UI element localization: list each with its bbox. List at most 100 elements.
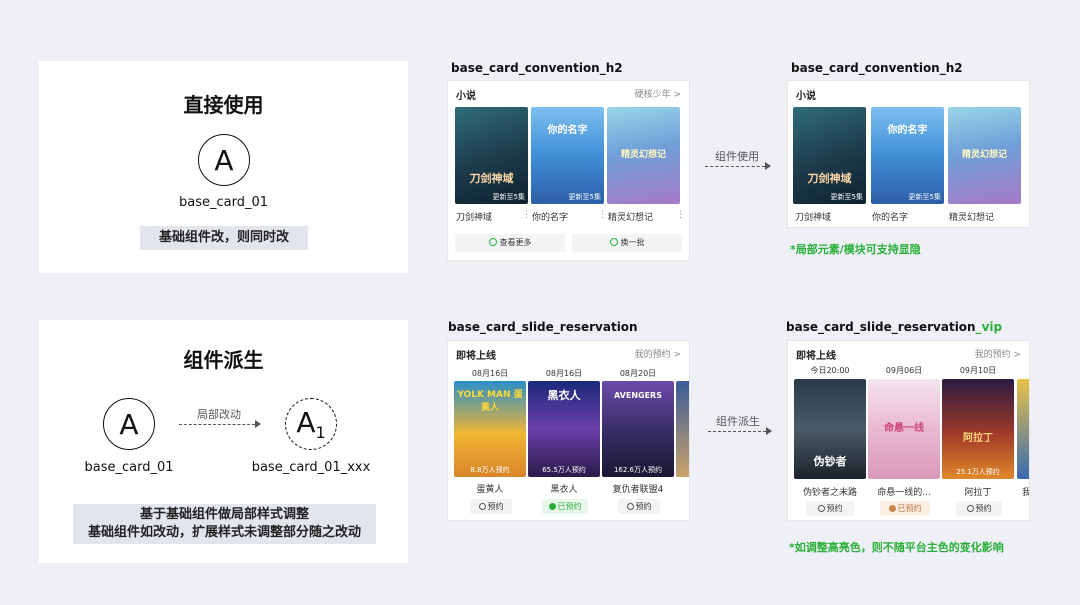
poster-title: 阿拉丁 [964, 488, 992, 498]
poster-caption: 更新至5集 [492, 193, 525, 201]
arrow-head-icon [765, 162, 771, 170]
card-heading: 即将上线 [456, 351, 496, 362]
card-heading: 小说 [456, 91, 476, 102]
poster-caption: 更新至5集 [830, 193, 863, 201]
play-icon [488, 238, 497, 246]
poster-art-title: 你的名字 [547, 125, 588, 136]
refresh-icon [609, 238, 618, 246]
poster-art-title: 伪钞者 [813, 455, 847, 468]
component-a-letter: A [119, 407, 139, 441]
release-date: 今日20:00 [810, 366, 850, 375]
poster-title: 精灵幻想记 [949, 213, 995, 223]
poster-avengers[interactable]: AVENGERS 162.6万人预约 [602, 381, 674, 477]
component-a1-circle: A1 [285, 398, 337, 450]
poster-art-title: 命悬一线 [884, 423, 924, 434]
arrow-head-icon [255, 420, 261, 428]
check-icon [548, 503, 556, 510]
reserved-button-vip[interactable]: 已预约 [880, 501, 930, 516]
component-name: base_card_convention_h2 [791, 61, 963, 75]
poster-caption: 更新至5集 [908, 193, 941, 201]
check-icon [888, 505, 896, 512]
release-date: 08月16日 [471, 369, 509, 378]
poster-yolk-man[interactable]: YOLK MAN 蛋黄人 8.8万人预约 [454, 381, 526, 477]
derive-title: 组件派生 [183, 348, 264, 372]
more-dots-icon[interactable]: ⋮ [598, 210, 607, 220]
reserve-button[interactable]: 预约 [806, 501, 854, 516]
component-derive-arrow-line [708, 431, 766, 432]
reserve-button[interactable]: 预约 [618, 499, 660, 514]
direct-use-tag: 基础组件改，则同时改 [140, 226, 308, 250]
poster-partial[interactable] [1017, 379, 1029, 479]
refresh-button[interactable]: 换一批 [572, 234, 682, 252]
poster-partial[interactable] [676, 381, 689, 477]
card-heading: 小说 [796, 91, 816, 102]
poster-title-partial: 我 [1022, 485, 1029, 498]
release-date: 08月20日 [619, 369, 657, 378]
card-more-link[interactable]: 我的预约 > [975, 347, 1021, 360]
poster-art-title: 精灵幻想记 [620, 150, 666, 160]
poster-title: 你的名字 [872, 213, 909, 223]
component-derive-label: 组件派生 [716, 415, 760, 428]
component-a-circle: A [103, 398, 155, 450]
reserved-button[interactable]: 已预约 [542, 499, 588, 514]
component-a1-letter: A1 [296, 406, 326, 442]
base-component-label: base_card_01 [84, 460, 174, 475]
vip-suffix: _vip [975, 320, 1003, 334]
direct-use-panel: 直接使用 A base_card_01 基础组件改，则同时改 [39, 61, 408, 273]
clock-icon [626, 503, 634, 510]
convention-card-trimmed: 小说 刀剑神域 更新至5集 你的名字 更新至5集 精灵幻想记 刀剑神域 你的名字… [787, 80, 1030, 228]
reservation-card-vip: 即将上线 我的预约 > 今日20:00 09月06日 09月10日 伪钞者 命悬… [787, 340, 1030, 521]
poster-aladdin[interactable]: 阿拉丁 25.1万人预约 [942, 379, 1014, 479]
release-date: 09月10日 [959, 366, 997, 375]
poster-your-name[interactable]: 你的名字 更新至5集 [531, 107, 604, 204]
release-date: 09月06日 [885, 366, 923, 375]
poster-spirit[interactable]: 精灵幻想记 [607, 107, 680, 204]
poster-art-title: 阿拉丁 [963, 433, 993, 444]
poster-lifeline[interactable]: 命悬一线 [868, 379, 940, 479]
poster-mib[interactable]: 黑衣人 65.5万人预约 [528, 381, 600, 477]
poster-counterfeiter[interactable]: 伪钞者 [794, 379, 866, 479]
poster-title: 复仇者联盟4 [612, 485, 664, 495]
card-heading: 即将上线 [796, 351, 836, 362]
poster-title: 你的名字 [532, 213, 569, 223]
component-a-circle: A [198, 134, 250, 186]
clock-icon [478, 503, 486, 510]
poster-your-name[interactable]: 你的名字 更新至5集 [871, 107, 944, 204]
poster-spirit[interactable]: 精灵幻想记 [948, 107, 1021, 204]
view-more-button[interactable]: 查看更多 [455, 234, 565, 252]
more-dots-icon[interactable]: ⋮ [522, 210, 531, 220]
poster-title: 黑衣人 [550, 485, 578, 495]
poster-caption: 8.8万人预约 [470, 466, 510, 474]
poster-sao[interactable]: 刀剑神域 更新至5集 [793, 107, 866, 204]
direct-component-label: base_card_01 [178, 195, 268, 210]
derive-tag: 基于基础组件做局部样式调整 基础组件如改动，扩展样式未调整部分随之改动 [73, 504, 376, 544]
arrow-head-icon [766, 427, 772, 435]
reservation-card: 即将上线 我的预约 > 08月16日 08月16日 08月20日 YOLK MA… [447, 340, 690, 521]
partial-change-arrow-line [179, 424, 255, 425]
poster-art-title: YOLK MAN 蛋黄人 [457, 390, 523, 413]
poster-title: 刀剑神域 [456, 213, 493, 223]
poster-title: 命悬一线的... [877, 488, 931, 498]
visibility-note: *局部元素/模块可支持显隐 [790, 243, 921, 256]
poster-art-title: 刀剑神域 [469, 172, 514, 185]
poster-art-title: 刀剑神域 [807, 172, 852, 185]
clock-icon [966, 505, 974, 512]
poster-title: 精灵幻想记 [608, 213, 654, 223]
card-more-link[interactable]: 我的预约 > [635, 347, 681, 360]
component-name: base_card_convention_h2 [451, 61, 623, 75]
derive-panel: 组件派生 A 局部改动 A1 base_card_01 base_card_01… [39, 320, 408, 563]
reserve-button[interactable]: 预约 [956, 501, 1002, 516]
clock-icon [817, 505, 825, 512]
poster-caption: 65.5万人预约 [542, 466, 586, 474]
poster-art-title: 黑衣人 [547, 389, 581, 402]
reserve-button[interactable]: 预约 [470, 499, 512, 514]
poster-caption: 25.1万人预约 [956, 468, 1000, 476]
poster-art-title: AVENGERS [614, 391, 662, 400]
poster-sao[interactable]: 刀剑神域 更新至5集 [455, 107, 528, 204]
more-dots-icon[interactable]: ⋮ [676, 210, 685, 220]
component-a-letter: A [214, 143, 234, 177]
poster-title: 刀剑神域 [795, 213, 832, 223]
card-more-link[interactable]: 硬核少年 > [635, 87, 681, 100]
component-use-label: 组件使用 [715, 150, 759, 163]
direct-use-title: 直接使用 [183, 93, 264, 117]
